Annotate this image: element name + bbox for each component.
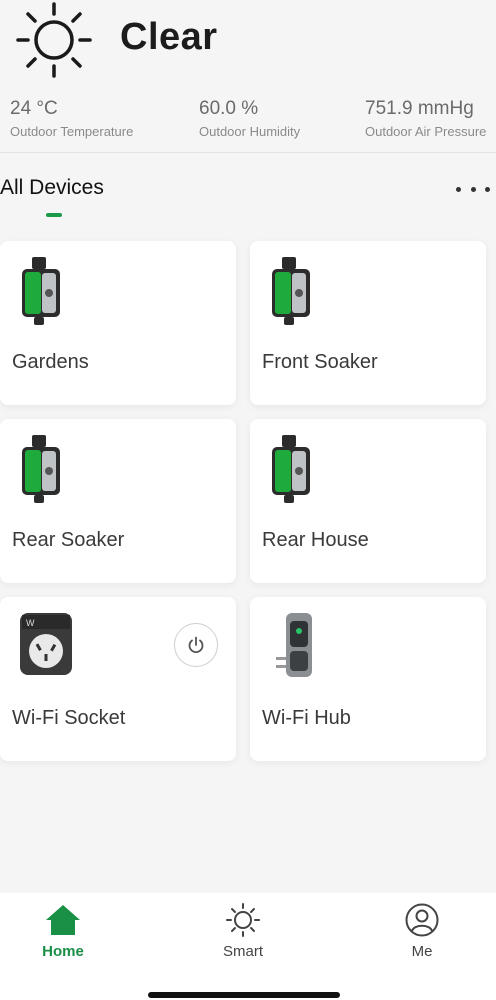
stat-value: 60.0 % — [199, 98, 259, 119]
device-name: Front Soaker — [262, 351, 378, 373]
nav-label: Home — [42, 943, 84, 960]
stat-temperature: 24 °C Outdoor Temperature — [10, 98, 133, 139]
stat-label: Outdoor Humidity — [199, 124, 301, 139]
more-options-button[interactable] — [456, 176, 490, 202]
device-name: Rear Soaker — [12, 529, 125, 551]
profile-icon — [405, 903, 439, 937]
more-dot-icon — [485, 186, 490, 192]
stat-humidity: 60.0 % Outdoor Humidity — [199, 98, 300, 139]
device-card-rear-house[interactable]: Rear House — [250, 419, 486, 583]
stat-label: Outdoor Temperature — [10, 124, 134, 139]
stat-air-pressure: 751.9 mmHg Outdoor Air Pressure — [365, 98, 486, 139]
device-card-rear-soaker[interactable]: Rear Soaker — [0, 419, 236, 583]
tap-timer-icon — [272, 257, 310, 325]
sun-icon — [16, 2, 92, 78]
stat-value: 24 °C — [10, 98, 58, 119]
nav-label: Smart — [222, 943, 263, 960]
device-card-wifi-hub[interactable]: Wi-Fi Hub — [250, 597, 486, 761]
more-dot-icon — [456, 186, 461, 192]
section-title[interactable]: All Devices — [0, 176, 104, 200]
nav-item-smart[interactable]: Smart — [198, 903, 288, 960]
device-name: Wi-Fi Socket — [12, 707, 126, 729]
stat-value: 751.9 mmHg — [365, 98, 474, 119]
tap-timer-icon — [22, 257, 60, 325]
tap-timer-icon — [272, 435, 310, 503]
divider — [0, 152, 496, 153]
power-button[interactable] — [174, 623, 218, 667]
svg-text:W: W — [26, 618, 35, 628]
device-card-wifi-socket[interactable]: W Wi-Fi Socket — [0, 597, 236, 761]
power-icon — [188, 636, 204, 654]
more-dot-icon — [470, 186, 476, 192]
sun-icon — [226, 903, 260, 937]
hub-icon — [276, 613, 312, 677]
device-card-gardens[interactable]: Gardens — [0, 241, 236, 405]
nav-label: Me — [411, 943, 433, 960]
weather-condition: Clear — [120, 16, 218, 58]
bottom-nav: Home Smart Me — [0, 893, 496, 1000]
device-name: Wi-Fi Hub — [262, 707, 351, 729]
stat-label: Outdoor Air Pressure — [365, 124, 487, 139]
home-icon — [46, 905, 80, 935]
device-name: Gardens — [12, 351, 89, 373]
nav-item-home[interactable]: Home — [18, 903, 108, 960]
weather-header — [12, 0, 96, 80]
home-screen: Clear 24 °C Outdoor Temperature 60.0 % O… — [0, 0, 496, 1000]
smart-plug-icon: W — [20, 613, 72, 675]
tap-timer-icon — [22, 435, 60, 503]
weather-stats: 24 °C Outdoor Temperature 60.0 % Outdoor… — [0, 98, 496, 140]
device-name: Rear House — [262, 529, 369, 551]
section-underline — [46, 213, 62, 217]
device-card-front-soaker[interactable]: Front Soaker — [250, 241, 486, 405]
nav-item-me[interactable]: Me — [377, 903, 467, 960]
home-indicator — [148, 992, 340, 998]
